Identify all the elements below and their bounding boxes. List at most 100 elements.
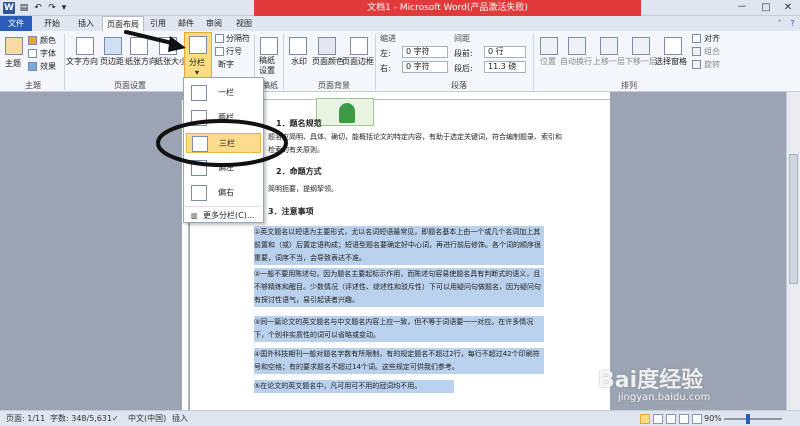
tab-home[interactable]: 开始 xyxy=(36,16,68,31)
bring-forward-button[interactable]: 上移一层 xyxy=(593,56,625,67)
right-column-icon xyxy=(191,185,207,201)
save-icon[interactable]: ▤ xyxy=(18,2,30,14)
text-direction-icon[interactable] xyxy=(76,37,94,55)
line-numbers-icon[interactable] xyxy=(215,47,224,56)
menu-item-right[interactable]: 偏右 xyxy=(186,183,261,203)
menu-item-left[interactable]: 偏左 xyxy=(186,158,261,178)
close-button[interactable]: ✕ xyxy=(776,0,800,16)
zoom-slider-thumb[interactable] xyxy=(746,414,751,424)
undo-icon[interactable]: ↶ xyxy=(32,2,44,14)
fonts-button[interactable]: 字体 xyxy=(40,48,56,59)
page-color-button[interactable]: 页面颜色 xyxy=(312,56,344,67)
help-icon[interactable]: ? xyxy=(787,18,798,29)
separator xyxy=(375,34,376,90)
tab-insert[interactable]: 插入 xyxy=(70,16,102,31)
group-button[interactable]: 组合 xyxy=(704,46,720,57)
wrap-text-icon[interactable] xyxy=(568,37,586,55)
page-border-icon[interactable] xyxy=(350,37,368,55)
page-indicator[interactable]: 页面: 1/11 xyxy=(6,411,45,426)
send-backward-button[interactable]: 下移一层 xyxy=(625,56,657,67)
site-watermark: Bai度经验 jingyan.baidu.com xyxy=(598,362,778,412)
separator xyxy=(64,34,65,90)
text-direction-button[interactable]: 文字方向 xyxy=(66,56,98,67)
web-layout-icon[interactable] xyxy=(666,414,676,424)
send-backward-icon[interactable] xyxy=(632,37,650,55)
line-numbers-button[interactable]: 行号 xyxy=(226,46,242,57)
zoom-level[interactable]: 90% xyxy=(704,411,722,426)
customize-quick-access-icon[interactable]: ▾ xyxy=(58,2,70,14)
theme-button[interactable]: 主题 xyxy=(5,58,21,69)
menu-item-two-columns[interactable]: 两栏 xyxy=(186,108,261,128)
more-columns-item[interactable]: 更多分栏(C)... xyxy=(203,209,254,223)
tab-page-layout[interactable]: 页面布局 xyxy=(102,16,144,31)
orientation-button[interactable]: 纸张方向 xyxy=(125,56,157,67)
group-icon[interactable] xyxy=(692,47,701,56)
align-button[interactable]: 对齐 xyxy=(704,33,720,44)
menu-item-three-columns[interactable]: 三栏 xyxy=(186,133,261,153)
rotate-button[interactable]: 旋转 xyxy=(704,59,720,70)
arrange-group-label: 排列 xyxy=(621,81,637,90)
outline-view-icon[interactable] xyxy=(679,414,689,424)
colors-button[interactable]: 颜色 xyxy=(40,35,56,46)
vertical-scrollbar[interactable] xyxy=(786,92,800,410)
tab-references[interactable]: 引用 xyxy=(146,16,170,31)
position-icon[interactable] xyxy=(540,37,558,55)
effects-icon[interactable] xyxy=(28,62,37,71)
spacing-before-input[interactable]: 0 行 xyxy=(484,46,526,58)
page-color-icon[interactable] xyxy=(318,37,336,55)
maximize-button[interactable]: □ xyxy=(754,0,778,16)
margins-icon[interactable] xyxy=(104,37,122,55)
rotate-icon[interactable] xyxy=(692,60,701,69)
watermark-button[interactable]: 水印 xyxy=(291,56,307,67)
redo-icon[interactable]: ↷ xyxy=(46,2,58,14)
tab-mailings[interactable]: 邮件 xyxy=(174,16,198,31)
breaks-button[interactable]: 分隔符 xyxy=(226,33,250,44)
columns-button[interactable]: 分栏 ▾ xyxy=(184,32,212,78)
insert-mode[interactable]: 插入 xyxy=(172,411,188,426)
indent-left-input[interactable]: 0 字符 xyxy=(402,46,448,58)
draft-paper-button[interactable]: 稿纸设置 xyxy=(259,56,279,76)
word-logo-icon[interactable]: W xyxy=(3,2,15,14)
position-button[interactable]: 位置 xyxy=(540,56,556,67)
size-icon[interactable] xyxy=(159,37,177,55)
word-count[interactable]: 字数: 348/5,631 xyxy=(50,411,112,426)
chevron-down-icon: ▾ xyxy=(195,68,200,77)
full-screen-reading-icon[interactable] xyxy=(653,414,663,424)
wrap-text-button[interactable]: 自动换行 xyxy=(560,56,592,67)
draft-view-icon[interactable] xyxy=(692,414,702,424)
tab-file[interactable]: 文件 xyxy=(0,16,32,31)
menu-item-one-column[interactable]: 一栏 xyxy=(186,83,261,103)
watermark-icon[interactable] xyxy=(289,37,307,55)
margins-button[interactable]: 页边距 xyxy=(100,56,124,67)
tab-review[interactable]: 审阅 xyxy=(202,16,226,31)
size-button[interactable]: 纸张大小 xyxy=(155,56,187,67)
watermark-url: jingyan.baidu.com xyxy=(618,392,711,403)
indent-left-label: 左: xyxy=(380,49,391,58)
bring-forward-icon[interactable] xyxy=(600,37,618,55)
language-indicator[interactable]: 中文(中国) xyxy=(128,411,166,426)
spacing-after-input[interactable]: 11.3 磅 xyxy=(484,61,526,73)
align-icon[interactable] xyxy=(692,34,701,43)
draft-paper-icon[interactable] xyxy=(260,37,278,55)
theme-icon[interactable] xyxy=(5,37,23,55)
list-item-3: ③同一篇论文的英文题名与中文题名内容上应一致，但不等于词语要一一对应。在许多情况… xyxy=(254,316,544,342)
hyphenation-button[interactable]: 断字 xyxy=(218,59,234,70)
indent-right-input[interactable]: 0 字符 xyxy=(402,61,448,73)
fonts-icon[interactable] xyxy=(28,49,37,58)
selection-pane-icon[interactable] xyxy=(664,37,682,55)
print-layout-icon[interactable] xyxy=(640,414,650,424)
effects-button[interactable]: 效果 xyxy=(40,61,56,72)
proofing-icon[interactable]: ✓ xyxy=(112,411,119,426)
inline-picture[interactable] xyxy=(316,98,374,126)
minimize-button[interactable]: － xyxy=(730,0,754,16)
minimize-ribbon-icon[interactable]: ˄ xyxy=(774,18,785,29)
page-border-button[interactable]: 页面边框 xyxy=(342,56,374,67)
selection-pane-button[interactable]: 选择窗格 xyxy=(655,56,687,67)
orientation-icon[interactable] xyxy=(130,37,148,55)
breaks-icon[interactable] xyxy=(215,34,224,43)
scrollbar-thumb[interactable] xyxy=(789,154,798,284)
tab-view[interactable]: 视图 xyxy=(232,16,256,31)
colors-icon[interactable] xyxy=(28,36,37,45)
paragraph-group-label: 段落 xyxy=(451,81,467,90)
zoom-slider[interactable] xyxy=(724,418,782,420)
